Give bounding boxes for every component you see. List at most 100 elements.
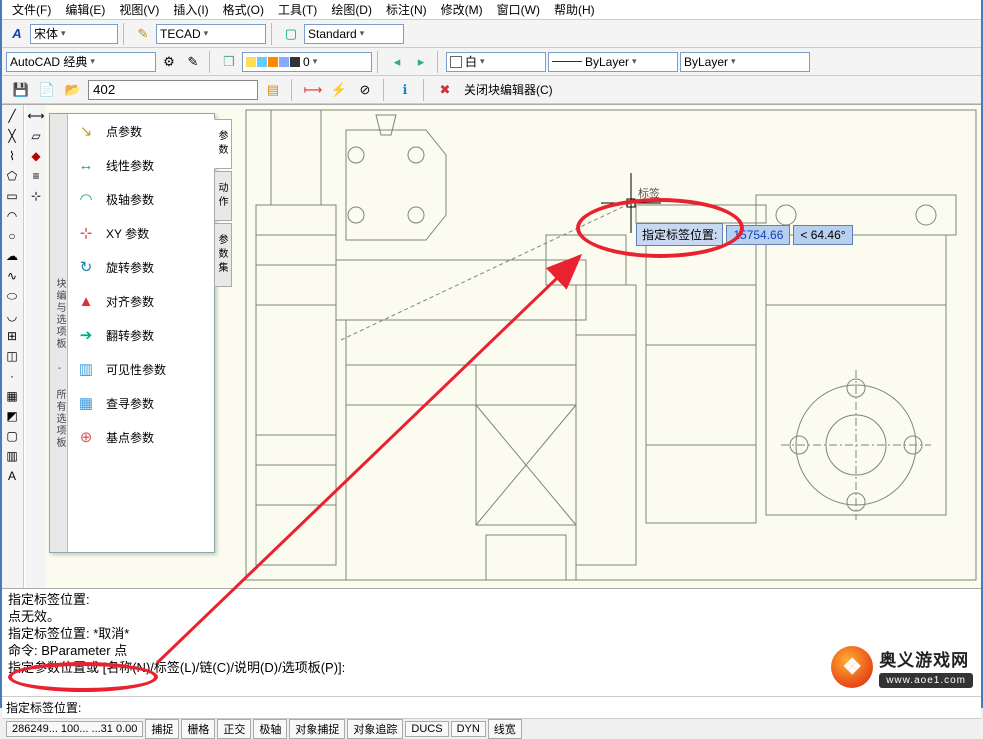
palette-item-icon: ⊕ (74, 428, 98, 446)
menu-draw[interactable]: 绘图(D) (325, 0, 378, 20)
palette-item-8[interactable]: ▦查寻参数 (68, 386, 214, 420)
workspace-settings-icon[interactable]: ⚙ (158, 51, 180, 73)
palette-tab-params[interactable]: 参数 (214, 119, 232, 169)
status-ducs[interactable]: DUCS (405, 721, 448, 737)
palette-item-label: XY 参数 (106, 225, 149, 242)
palette-title: 块编与选项板 - 所有选项板 (50, 114, 68, 552)
insert-icon[interactable]: ⊞ (3, 327, 21, 345)
bsaveas-icon[interactable]: 📄 (36, 79, 58, 101)
layer-state-icons (246, 57, 300, 67)
action-icon[interactable]: ⚡ (328, 79, 350, 101)
menu-window[interactable]: 窗口(W) (491, 0, 546, 20)
menubar: 文件(F) 编辑(E) 视图(V) 插入(I) 格式(O) 工具(T) 绘图(D… (2, 0, 981, 20)
dimstyle-combo[interactable]: TECAD▾ (156, 24, 266, 44)
palette-item-icon: ⊹ (74, 224, 98, 242)
xline-icon[interactable]: ╳ (3, 127, 21, 145)
tablestyle-combo[interactable]: Standard▾ (304, 24, 404, 44)
drawing-canvas[interactable]: 标签 指定标签位置: 15754.66 < 64.46° 块编与选项板 - 所有… (46, 105, 981, 588)
polygon-icon[interactable]: ⬠ (3, 167, 21, 185)
layer-combo[interactable]: 0▾ (242, 52, 372, 72)
dim-style-icon[interactable]: ✎ (132, 23, 154, 45)
bclose-icon[interactable]: ✖ (434, 79, 456, 101)
menu-view[interactable]: 视图(V) (113, 0, 165, 20)
palette-item-2[interactable]: ◠极轴参数 (68, 182, 214, 216)
list-icon[interactable]: ≡ (27, 167, 45, 185)
palette-item-1[interactable]: ↔线性参数 (68, 148, 214, 182)
ellipse-icon[interactable]: ⬭ (3, 287, 21, 305)
block-name-input[interactable] (88, 80, 258, 100)
status-snap[interactable]: 捕捉 (145, 719, 179, 739)
palette-item-7[interactable]: ▥可见性参数 (68, 352, 214, 386)
bopen-icon[interactable]: 📂 (62, 79, 84, 101)
dyn-distance[interactable]: 15754.66 (726, 225, 790, 245)
palette-item-label: 可见性参数 (106, 361, 166, 378)
color-swatch (450, 56, 462, 68)
pline-icon[interactable]: ⌇ (3, 147, 21, 165)
layermatch-icon[interactable]: ▸ (410, 51, 432, 73)
battman-icon[interactable]: ℹ (394, 79, 416, 101)
menu-modify[interactable]: 修改(M) (435, 0, 489, 20)
arc-icon[interactable]: ◠ (3, 207, 21, 225)
rectangle-icon[interactable]: ▭ (3, 187, 21, 205)
palette-item-0[interactable]: ↘点参数 (68, 114, 214, 148)
attribute-icon[interactable]: ⊘ (354, 79, 376, 101)
mtext-icon[interactable]: A (3, 467, 21, 485)
layerprev-icon[interactable]: ◂ (386, 51, 408, 73)
workspace-gear-icon[interactable]: ✎ (182, 51, 204, 73)
menu-tools[interactable]: 工具(T) (272, 0, 323, 20)
layers-icon[interactable]: ❒ (218, 51, 240, 73)
area-icon[interactable]: ▱ (27, 127, 45, 145)
authoring-palette[interactable]: 块编与选项板 - 所有选项板 ↘点参数↔线性参数◠极轴参数 ⊹ XY 参数 ↻旋转参数… (49, 113, 215, 553)
table-style-icon[interactable]: ▢ (280, 23, 302, 45)
lineweight-combo[interactable]: ByLayer▾ (680, 52, 810, 72)
linetype-combo[interactable]: ByLayer▾ (548, 52, 678, 72)
color-combo[interactable]: 白▾ (446, 52, 546, 72)
status-dyn[interactable]: DYN (451, 721, 486, 737)
font-combo[interactable]: 宋体▾ (30, 24, 118, 44)
close-editor-label[interactable]: 关闭块编辑器(C) (460, 79, 557, 100)
status-ortho[interactable]: 正交 (217, 719, 251, 739)
menu-edit[interactable]: 编辑(E) (59, 0, 111, 20)
block-icon[interactable]: ◫ (3, 347, 21, 365)
menu-file[interactable]: 文件(F) (6, 0, 57, 20)
dyn-angle[interactable]: < 64.46° (793, 225, 853, 245)
status-polar[interactable]: 极轴 (253, 719, 287, 739)
palette-tab-actions[interactable]: 动作 (214, 171, 232, 221)
massprop-icon[interactable]: ◆ (27, 147, 45, 165)
menu-dimension[interactable]: 标注(N) (380, 0, 433, 20)
gradient-icon[interactable]: ◩ (3, 407, 21, 425)
hatch-icon[interactable]: ▦ (3, 387, 21, 405)
table-icon[interactable]: ▥ (3, 447, 21, 465)
point-icon[interactable]: · (3, 367, 21, 385)
status-lwt[interactable]: 线宽 (488, 719, 522, 739)
menu-insert[interactable]: 插入(I) (167, 0, 214, 20)
spline-icon[interactable]: ∿ (3, 267, 21, 285)
bsave-icon[interactable]: 💾 (10, 79, 32, 101)
palette-item-4[interactable]: ↻旋转参数 (68, 250, 214, 284)
dist-icon[interactable]: ⟷ (27, 107, 45, 125)
status-osnap[interactable]: 对象捕捉 (289, 719, 345, 739)
circle-icon[interactable]: ○ (3, 227, 21, 245)
menu-help[interactable]: 帮助(H) (548, 0, 601, 20)
status-otrack[interactable]: 对象追踪 (347, 719, 403, 739)
line-icon[interactable]: ╱ (3, 107, 21, 125)
region-icon[interactable]: ▢ (3, 427, 21, 445)
ellipsearc-icon[interactable]: ◡ (3, 307, 21, 325)
palette-item-9[interactable]: ⊕基点参数 (68, 420, 214, 454)
palette-item-6[interactable]: ➔翻转参数 (68, 318, 214, 352)
palette-tab-paramsets[interactable]: 参数集 (214, 223, 232, 287)
cmd-line: 指定标签位置: (8, 591, 975, 608)
id-icon[interactable]: ⊹ (27, 187, 45, 205)
bauthor-icon[interactable]: ▤ (262, 79, 284, 101)
palette-item-5[interactable]: ▲对齐参数 (68, 284, 214, 318)
revcloud-icon[interactable]: ☁ (3, 247, 21, 265)
menu-format[interactable]: 格式(O) (217, 0, 270, 20)
text-style-icon[interactable]: A (6, 23, 28, 45)
palette-item-3[interactable]: ⊹ XY 参数 (68, 216, 214, 250)
param-icon[interactable]: ⟼ (302, 79, 324, 101)
workspace-combo[interactable]: AutoCAD 经典▾ (6, 52, 156, 72)
palette-item-label: 对齐参数 (106, 293, 154, 310)
draw-toolbar: ╱ ╳ ⌇ ⬠ ▭ ◠ ○ ☁ ∿ ⬭ ◡ ⊞ ◫ · ▦ ◩ ▢ ▥ A (2, 105, 24, 588)
toolbar-main: AutoCAD 经典▾ ⚙ ✎ ❒ 0▾ ◂ ▸ 白▾ ByLayer▾ ByL… (2, 48, 981, 76)
status-grid[interactable]: 栅格 (181, 719, 215, 739)
